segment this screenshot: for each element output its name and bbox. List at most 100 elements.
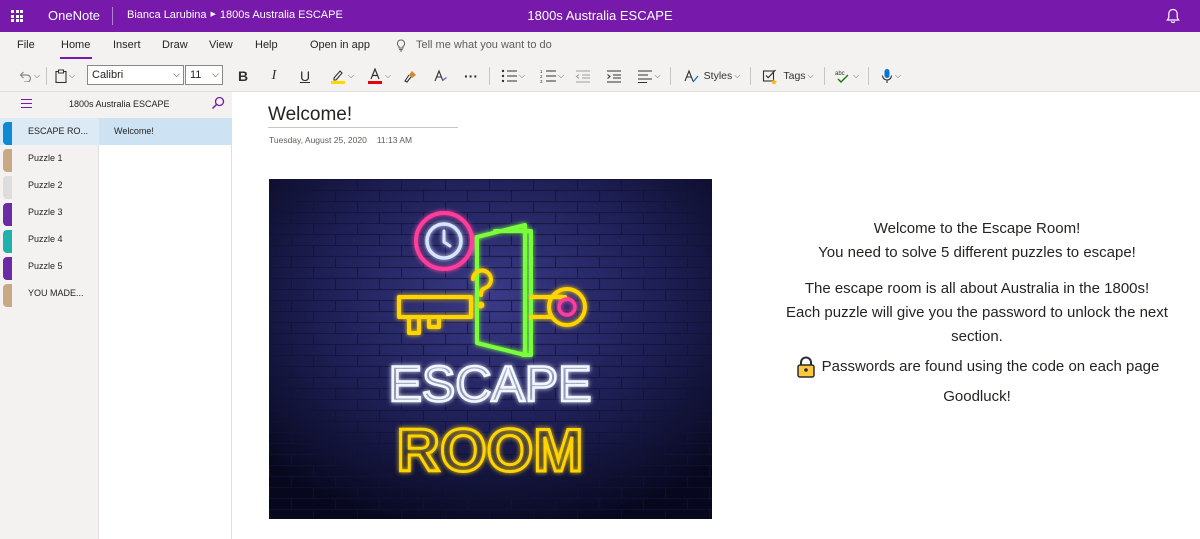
tag-checkbox-icon bbox=[763, 69, 778, 84]
tab-draw[interactable]: Draw bbox=[162, 39, 188, 51]
indent-icon bbox=[606, 69, 621, 83]
undo-icon bbox=[19, 71, 32, 82]
clipboard-icon bbox=[55, 69, 67, 83]
page-item-welcome[interactable]: Welcome! bbox=[99, 118, 232, 145]
page-pane bbox=[99, 118, 232, 539]
page-date: Tuesday, August 25, 2020 bbox=[269, 135, 367, 145]
section-puzzle-4[interactable]: Puzzle 4 bbox=[0, 226, 99, 253]
page-body-text[interactable]: Welcome to the Escape Room! You need to … bbox=[762, 217, 1192, 409]
underline-button[interactable]: U bbox=[297, 66, 313, 86]
section-label: Puzzle 1 bbox=[28, 153, 63, 163]
section-label: ESCAPE RO... bbox=[28, 126, 89, 136]
chevron-right-icon: ▶ bbox=[210, 11, 216, 18]
notebook-name[interactable]: 1800s Australia ESCAPE bbox=[69, 99, 170, 109]
font-color-icon bbox=[367, 68, 382, 84]
title-divider bbox=[112, 7, 113, 25]
svg-text:abc: abc bbox=[835, 71, 845, 77]
active-tab-indicator bbox=[60, 57, 92, 59]
tags-label: Tags bbox=[783, 70, 806, 82]
section-label: Puzzle 5 bbox=[28, 261, 63, 271]
tell-me-search[interactable]: Tell me what you want to do bbox=[416, 39, 552, 51]
microphone-icon bbox=[881, 69, 893, 83]
breadcrumb-notebook[interactable]: 1800s Australia ESCAPE bbox=[220, 9, 343, 21]
brush-icon bbox=[403, 70, 416, 83]
section-color-tab bbox=[3, 176, 12, 199]
open-in-app-button[interactable]: Open in app bbox=[310, 39, 370, 51]
italic-button[interactable]: I bbox=[266, 66, 282, 86]
font-name-select[interactable]: Calibri ⌵ bbox=[87, 65, 184, 85]
tab-help[interactable]: Help bbox=[255, 39, 278, 51]
svg-text:3: 3 bbox=[540, 79, 543, 83]
font-size-select[interactable]: 11 ⌵ bbox=[185, 65, 223, 85]
tags-button[interactable]: Tags ⌵ bbox=[758, 66, 818, 86]
outdent-icon bbox=[575, 69, 590, 83]
body-line-1: Welcome to the Escape Room! bbox=[873, 220, 1081, 237]
image-text-room: ROOM bbox=[397, 417, 584, 484]
paragraph-alignment-button[interactable]: ⌵ bbox=[635, 66, 663, 86]
spellcheck-icon: abc bbox=[835, 71, 849, 83]
page-time: 11:13 AM bbox=[376, 135, 413, 145]
font-color-button[interactable]: ⌵ bbox=[365, 66, 393, 86]
app-name[interactable]: OneNote bbox=[48, 8, 100, 23]
section-puzzle-5[interactable]: Puzzle 5 bbox=[0, 253, 99, 280]
ribbon-tabs: File Home Insert Draw View Help Open in … bbox=[0, 32, 1200, 60]
section-color-tab bbox=[3, 284, 12, 307]
decrease-indent-button[interactable] bbox=[574, 66, 590, 86]
chevron-down-icon: ⌵ bbox=[212, 69, 219, 79]
section-you-made[interactable]: YOU MADE... bbox=[0, 280, 99, 307]
search-icon[interactable] bbox=[211, 96, 225, 110]
dictate-button[interactable]: ⌵ bbox=[876, 66, 906, 86]
tab-home[interactable]: Home bbox=[61, 39, 90, 51]
section-puzzle-1[interactable]: Puzzle 1 bbox=[0, 145, 99, 172]
clear-formatting-button[interactable] bbox=[432, 66, 448, 86]
font-size-value: 11 bbox=[190, 69, 202, 81]
paste-button[interactable]: ⌵ bbox=[50, 66, 80, 86]
section-puzzle-3[interactable]: Puzzle 3 bbox=[0, 199, 99, 226]
page-label: Welcome! bbox=[114, 126, 154, 136]
page-title[interactable]: Welcome! bbox=[268, 104, 352, 126]
lightbulb-icon bbox=[396, 39, 406, 52]
section-escape-room[interactable]: ESCAPE RO... bbox=[0, 118, 99, 145]
styles-button[interactable]: Styles ⌵ bbox=[679, 66, 745, 86]
section-label: Puzzle 3 bbox=[28, 207, 63, 217]
body-line-3: The escape room is all about Australia i… bbox=[804, 280, 1150, 297]
numbered-list-icon: 123 bbox=[540, 69, 556, 83]
numbering-button[interactable]: 1 2 3 ⌵ bbox=[537, 66, 567, 86]
section-label: Puzzle 2 bbox=[28, 180, 63, 190]
format-painter-button[interactable] bbox=[402, 66, 418, 86]
escape-room-neon-image[interactable]: ESCAPE ROOM bbox=[269, 179, 712, 519]
bell-icon[interactable] bbox=[1166, 8, 1180, 24]
hamburger-icon[interactable] bbox=[21, 99, 32, 108]
bullet-list-icon bbox=[501, 69, 517, 83]
image-text-escape: ESCAPE bbox=[389, 356, 592, 412]
align-left-icon bbox=[638, 69, 653, 83]
section-color-tab bbox=[3, 203, 12, 226]
body-line-2: You need to solve 5 different puzzles to… bbox=[818, 244, 1136, 261]
bullets-button[interactable]: ⌵ bbox=[498, 66, 528, 86]
styles-label: Styles bbox=[703, 70, 733, 82]
undo-button[interactable]: ⌵ bbox=[14, 66, 44, 86]
section-color-tab bbox=[3, 257, 12, 280]
breadcrumb-user[interactable]: Bianca Larubina bbox=[127, 9, 207, 21]
app-launcher-icon[interactable] bbox=[11, 10, 23, 22]
tab-view[interactable]: View bbox=[209, 39, 233, 51]
section-color-tab bbox=[3, 149, 12, 172]
styles-icon bbox=[684, 69, 699, 83]
body-line-4: Each puzzle will give you the password t… bbox=[786, 304, 1168, 345]
highlighter-icon bbox=[330, 70, 345, 84]
section-color-tab bbox=[3, 122, 12, 145]
more-options-button[interactable]: ··· bbox=[462, 66, 480, 86]
highlight-button[interactable]: ⌵ bbox=[328, 66, 356, 86]
page-timestamp: Tuesday, August 25, 2020 11:13 AM bbox=[269, 135, 412, 145]
section-color-tab bbox=[3, 230, 12, 253]
title-underline bbox=[268, 127, 458, 128]
title-bar: OneNote Bianca Larubina ▶ 1800s Australia … bbox=[0, 0, 1200, 32]
section-puzzle-2[interactable]: Puzzle 2 bbox=[0, 172, 99, 199]
breadcrumb: Bianca Larubina ▶ 1800s Australia ESCAPE bbox=[127, 9, 343, 21]
tab-insert[interactable]: Insert bbox=[113, 39, 141, 51]
increase-indent-button[interactable] bbox=[605, 66, 621, 86]
tab-file[interactable]: File bbox=[17, 39, 35, 51]
font-name-value: Calibri bbox=[92, 69, 124, 81]
bold-button[interactable]: B bbox=[235, 66, 251, 86]
spelling-button[interactable]: abc ⌵ bbox=[832, 66, 862, 86]
